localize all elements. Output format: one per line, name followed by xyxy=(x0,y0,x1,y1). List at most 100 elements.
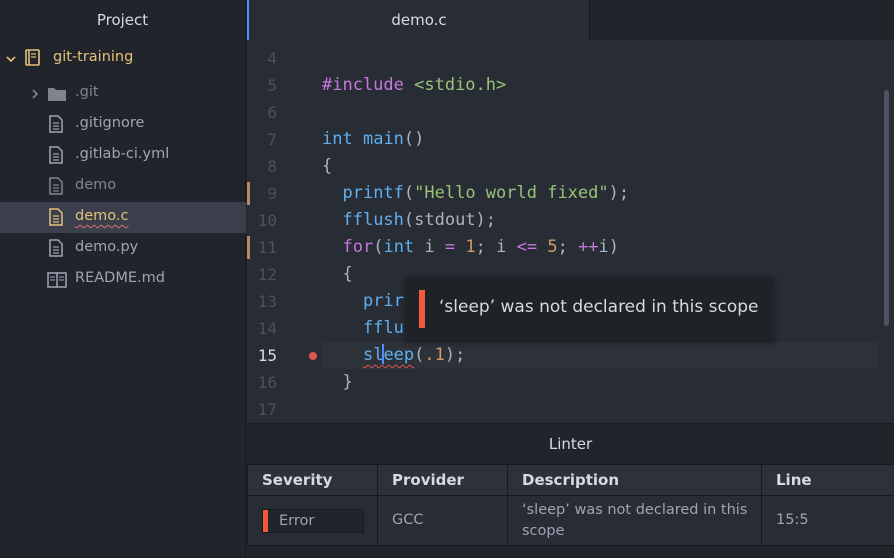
file-icon xyxy=(49,115,63,137)
book-icon xyxy=(47,272,67,292)
tab-title: demo.c xyxy=(391,11,447,29)
linter-table: Severity Provider Description Line Error… xyxy=(247,464,894,546)
tree-root-git-training[interactable]: git-training xyxy=(0,43,246,74)
code-line[interactable]: 16 } xyxy=(247,369,894,396)
code-token: <stdio.h> xyxy=(414,75,507,95)
line-number: 16 xyxy=(257,373,277,392)
error-marker xyxy=(419,290,425,328)
code-editor[interactable]: 4 5 #include <stdio.h> 6 7 int main() 8{9 prin… xyxy=(247,40,894,423)
code-token: ( xyxy=(403,183,415,203)
tree-item[interactable]: .gitignore xyxy=(0,109,246,140)
code-line[interactable]: 10 fflush(stdout); xyxy=(247,207,894,234)
code-line[interactable]: 6 xyxy=(247,99,894,126)
column-header-severity[interactable]: Severity xyxy=(247,464,378,496)
code-text: } xyxy=(322,369,879,396)
code-token: = xyxy=(444,237,456,257)
code-token: prir xyxy=(362,291,404,311)
code-token: for xyxy=(342,237,374,257)
linter-header-row: Severity Provider Description Line xyxy=(247,464,894,496)
tree-item-label: demo.c xyxy=(75,208,129,224)
line-number: 7 xyxy=(267,130,277,149)
column-header-provider[interactable]: Provider xyxy=(377,464,508,496)
code-token: { xyxy=(322,264,353,284)
code-token: ; i xyxy=(475,237,517,257)
code-token: { xyxy=(322,156,333,176)
code-token: 1 xyxy=(465,237,476,257)
code-line[interactable]: 8{ xyxy=(247,153,894,180)
folder-icon xyxy=(47,86,67,106)
code-text: for(int i = 1; i <= 5; ++i) xyxy=(322,234,879,261)
line-number: 11 xyxy=(257,238,277,257)
code-token: .1 xyxy=(424,345,445,365)
lint-error-dot-icon[interactable] xyxy=(309,352,317,360)
code-token: sl xyxy=(362,345,384,365)
code-line[interactable]: 11 for(int i = 1; i <= 5; ++i) xyxy=(247,234,894,261)
code-text: #include <stdio.h> xyxy=(322,72,879,99)
linter-title: Linter xyxy=(548,435,593,453)
tree-item[interactable]: demo xyxy=(0,171,246,202)
code-token: int xyxy=(322,129,353,149)
tree-item-label: README.md xyxy=(75,270,165,286)
code-text: fflush(stdout); xyxy=(322,207,879,234)
repo-icon xyxy=(25,49,40,66)
tree-item[interactable]: demo.c xyxy=(0,202,246,233)
line-number: 12 xyxy=(257,265,277,284)
code-token: ( xyxy=(373,237,384,257)
code-token: () xyxy=(403,129,425,149)
tree-item[interactable]: .gitlab-ci.yml xyxy=(0,140,246,171)
code-token: int xyxy=(383,237,415,257)
file-icon xyxy=(49,177,63,199)
line-number: 8 xyxy=(267,157,277,176)
provider-cell: GCC xyxy=(377,495,508,546)
lint-tooltip: ‘sleep’ was not declared in this scope xyxy=(406,277,774,341)
tree-item-label: .git xyxy=(75,84,99,100)
code-line[interactable]: 5 #include <stdio.h> xyxy=(247,72,894,99)
code-line[interactable]: 15 sleep(.1); xyxy=(247,342,894,369)
severity-label: Error xyxy=(279,512,315,529)
chevron-right-icon[interactable] xyxy=(30,87,40,103)
tree-view: Project git-training .git .gitignore .gitl… xyxy=(0,0,246,558)
code-token: <= xyxy=(516,237,538,257)
line-number: 17 xyxy=(257,400,277,419)
line-number: 13 xyxy=(257,292,277,311)
editor-scrollbar[interactable] xyxy=(884,90,889,326)
line-number: 9 xyxy=(267,184,277,203)
column-header-line[interactable]: Line xyxy=(761,464,894,496)
error-marker xyxy=(263,509,268,532)
code-token: "Hello world fixed" xyxy=(414,183,609,203)
chevron-down-icon[interactable] xyxy=(6,54,16,64)
code-token: i xyxy=(414,237,445,257)
code-line[interactable]: 17 xyxy=(247,396,894,423)
tree-item[interactable]: .git xyxy=(0,78,246,109)
code-text: printf("Hello world fixed"); xyxy=(322,180,879,207)
table-row[interactable]: Error GCC ‘sleep’ was not declared in th… xyxy=(247,495,894,546)
description-cell: ‘sleep’ was not declared in this scope xyxy=(507,495,762,546)
tab-demo-c[interactable]: demo.c xyxy=(247,0,590,40)
code-token: main xyxy=(362,129,404,149)
tree-item-label: demo.py xyxy=(75,239,139,255)
line-cell[interactable]: 15:5 xyxy=(761,495,894,546)
line-number: 4 xyxy=(267,49,277,68)
code-token: ( xyxy=(414,345,425,365)
linter-panel: Linter Severity Provider Description Lin… xyxy=(247,423,894,558)
tab-bar: demo.c xyxy=(247,0,894,40)
code-line[interactable]: 7 int main() xyxy=(247,126,894,153)
code-token: ; xyxy=(557,237,579,257)
column-header-description[interactable]: Description xyxy=(507,464,762,496)
tree-item[interactable]: demo.py xyxy=(0,233,246,264)
code-text: sleep(.1); xyxy=(322,342,879,369)
line-number: 15 xyxy=(257,346,277,365)
tree-item-label: .gitignore xyxy=(75,115,145,131)
code-line[interactable]: 9 printf("Hello world fixed"); xyxy=(247,180,894,207)
severity-cell: Error xyxy=(247,495,378,546)
code-line[interactable]: 4 xyxy=(247,45,894,72)
line-number: 14 xyxy=(257,319,277,338)
code-text: int main() xyxy=(322,126,879,153)
tree-root-label: git-training xyxy=(53,49,134,65)
tree-item[interactable]: README.md xyxy=(0,264,246,295)
